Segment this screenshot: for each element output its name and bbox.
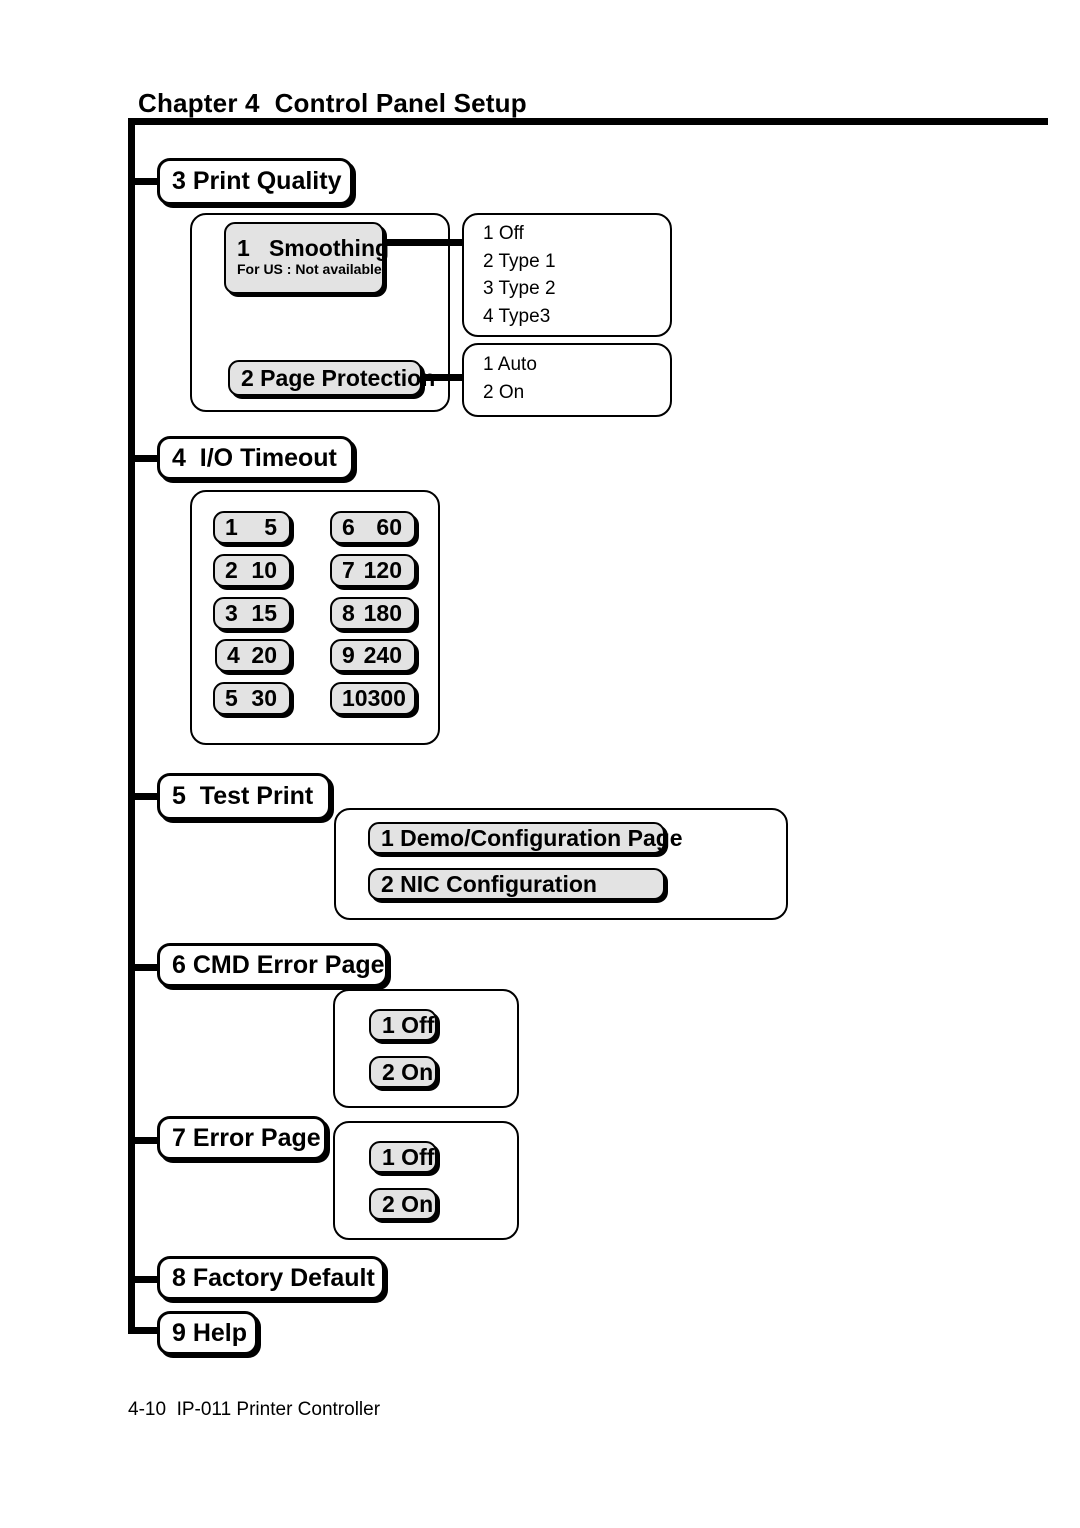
submenu-nic-configuration[interactable]: 2 NIC Configuration [368,868,665,900]
header-divider [128,118,1048,125]
menu-item-test-print-label: 5 Test Print [172,782,314,810]
io-timeout-value-2[interactable]: 2 10 [213,554,291,587]
menu-item-factory-default[interactable]: 8 Factory Default [157,1256,385,1300]
error-page-option-on-label: 2 On [382,1190,434,1217]
io-timeout-value-4[interactable]: 4 20 [215,639,291,672]
submenu-smoothing[interactable]: 1 Smoothing For US : Not available [224,222,389,294]
io-timeout-value-9[interactable]: 9 240 [330,639,416,672]
cmd-error-page-option-off-label: 1 Off [382,1011,435,1038]
cmd-error-page-option-off[interactable]: 1 Off [369,1009,437,1041]
io-timeout-value-8[interactable]: 8 180 [330,597,416,630]
io-timeout-value-7[interactable]: 7 120 [330,554,416,587]
document-page: Chapter 4 Control Panel Setup 3 Print Qu… [0,0,1080,1528]
submenu-page-protection-label: 2 Page Protection [241,364,436,391]
cmd-error-page-option-on[interactable]: 2 On [369,1056,437,1088]
menu-item-error-page[interactable]: 7 Error Page [157,1116,327,1160]
submenu-demo-configuration-page-label: 1 Demo/Configuration Page [381,824,683,851]
page-footer: 4-10 IP-011 Printer Controller [128,1399,381,1420]
menu-item-print-quality-label: 3 Print Quality [172,167,342,195]
connector-smoothing [382,239,464,246]
menu-item-error-page-label: 7 Error Page [172,1123,321,1152]
menu-item-test-print[interactable]: 5 Test Print [157,773,331,820]
error-page-option-off[interactable]: 1 Off [369,1141,437,1173]
submenu-smoothing-note: For US : Not available [237,261,382,277]
smoothing-option-1: 1 Off [483,223,524,244]
error-page-group [333,1121,519,1240]
smoothing-option-3: 3 Type 2 [483,278,556,299]
io-timeout-value-1[interactable]: 1 5 [213,511,291,544]
page-protection-option-2: 2 On [483,382,525,403]
menu-item-print-quality[interactable]: 3 Print Quality [157,158,353,205]
menu-item-cmd-error-page-label: 6 CMD Error Page [172,950,385,979]
page-title: Chapter 4 Control Panel Setup [138,88,527,118]
submenu-page-protection[interactable]: 2 Page Protection [228,360,435,396]
io-timeout-value-6[interactable]: 6 60 [330,511,416,544]
io-timeout-value-10[interactable]: 10 300 [330,682,416,715]
io-timeout-value-5[interactable]: 5 30 [213,682,291,715]
cmd-error-page-group [333,989,519,1108]
io-timeout-value-3[interactable]: 3 15 [213,597,291,630]
smoothing-option-2: 2 Type 1 [483,251,556,272]
submenu-nic-configuration-label: 2 NIC Configuration [381,870,597,897]
menu-item-io-timeout[interactable]: 4 I/O Timeout [157,436,354,480]
smoothing-option-4: 4 Type3 [483,306,551,327]
menu-item-factory-default-label: 8 Factory Default [172,1263,375,1292]
connector-page-protection [420,374,466,381]
menu-item-help[interactable]: 9 Help [157,1311,258,1355]
error-page-option-off-label: 1 Off [382,1143,435,1170]
cmd-error-page-option-on-label: 2 On [382,1058,434,1085]
menu-item-cmd-error-page[interactable]: 6 CMD Error Page [157,943,388,987]
page-protection-option-1: 1 Auto [483,354,537,375]
menu-item-help-label: 9 Help [172,1318,248,1347]
menu-tree-trunk [128,118,135,1334]
error-page-option-on[interactable]: 2 On [369,1188,437,1220]
submenu-demo-configuration-page[interactable]: 1 Demo/Configuration Page [368,822,683,854]
menu-item-io-timeout-label: 4 I/O Timeout [172,443,337,472]
